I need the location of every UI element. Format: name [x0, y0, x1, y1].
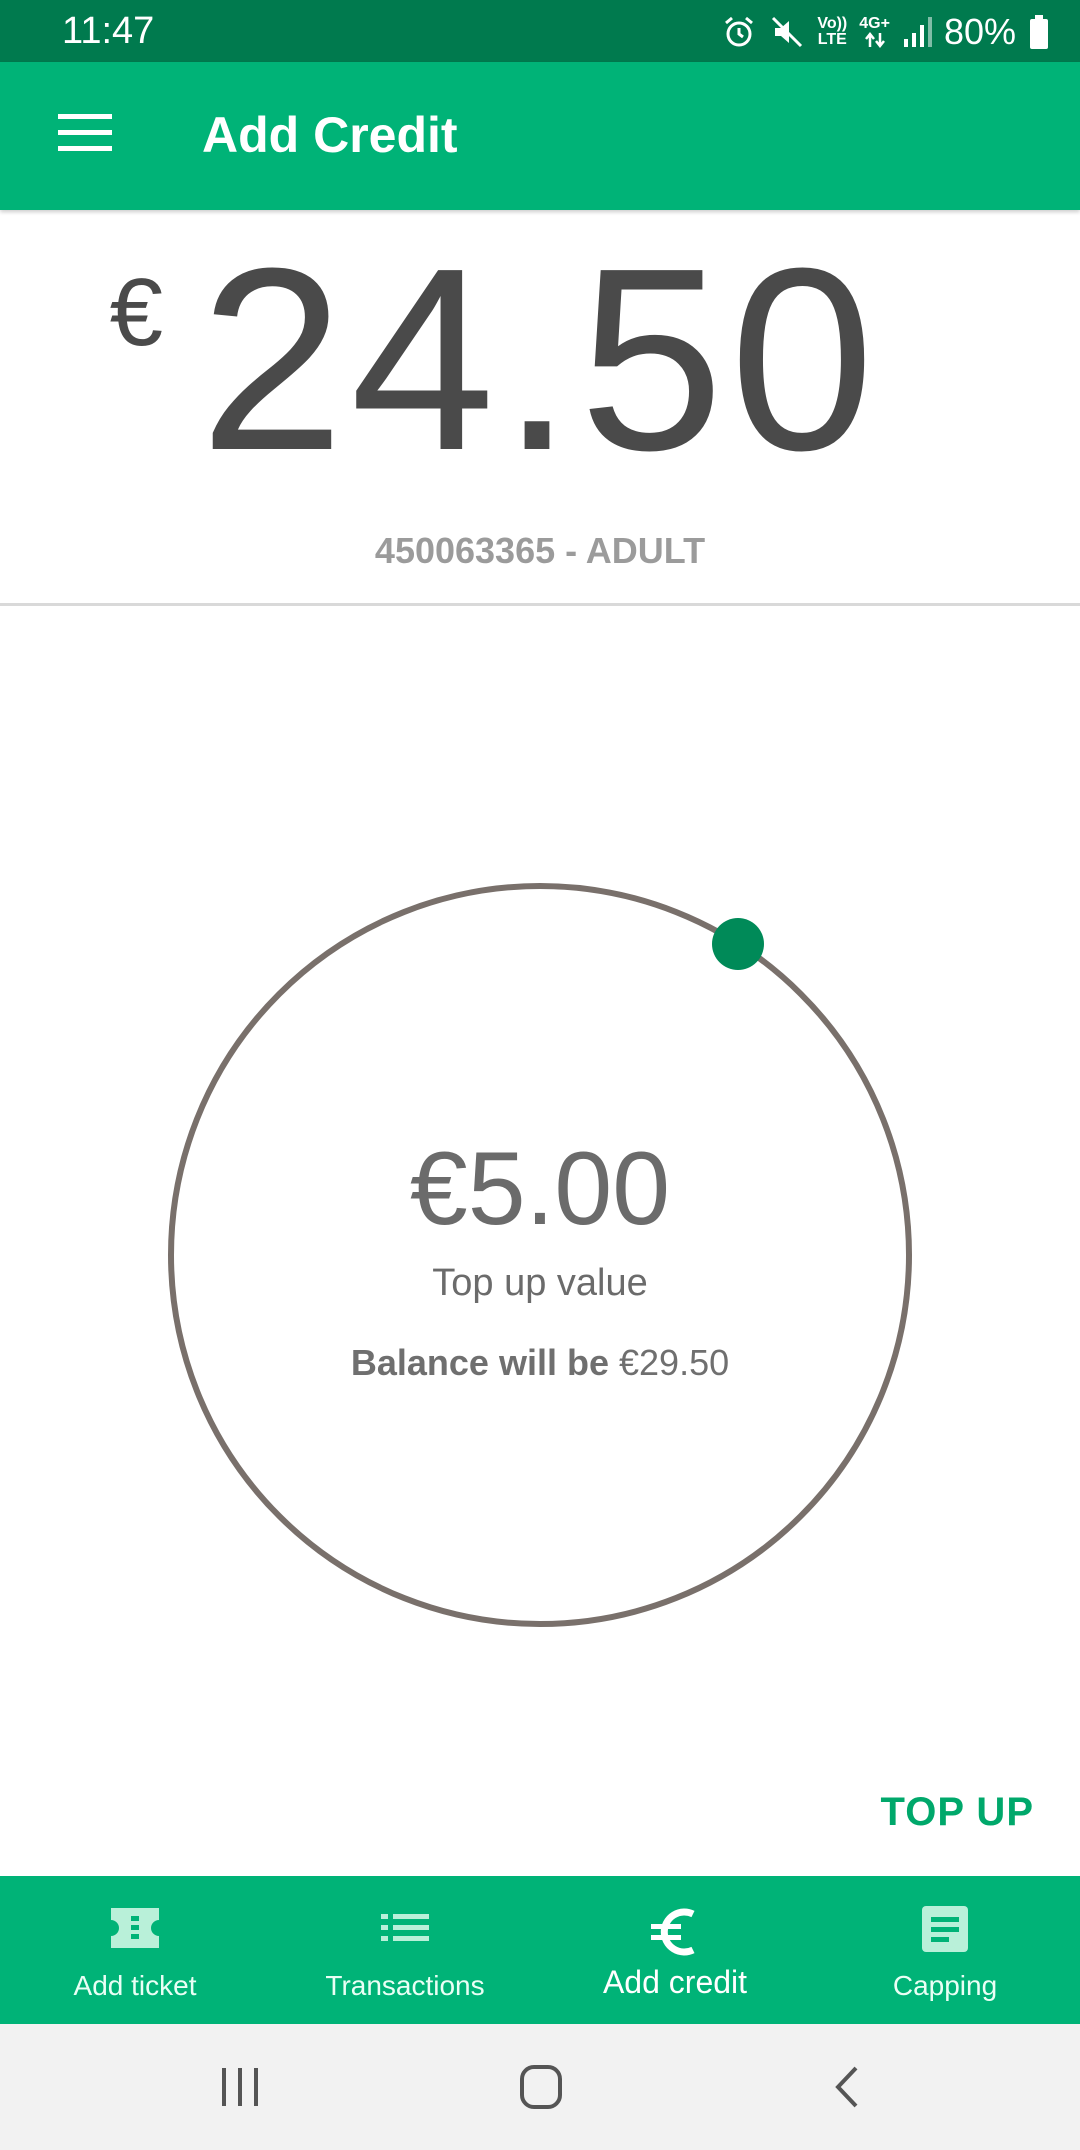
ticket-icon — [111, 1908, 159, 1948]
nav-capping[interactable]: Capping — [810, 1876, 1080, 2024]
nav-transactions[interactable]: Transactions — [270, 1876, 540, 2024]
topup-dial[interactable] — [0, 0, 1080, 1700]
nav-label: Add ticket — [73, 1970, 197, 2001]
back-icon[interactable] — [828, 2062, 864, 2112]
bottom-nav: Add ticket Transactions Add credit Cappi… — [0, 1876, 1080, 2024]
euro-icon — [651, 1908, 695, 1956]
nav-label: Transactions — [325, 1970, 485, 2001]
new-balance-value: €29.50 — [619, 1342, 730, 1383]
system-nav-bar — [0, 2024, 1080, 2150]
nav-icon-wrap — [810, 1904, 1080, 1960]
nav-add-ticket[interactable]: Add ticket — [0, 1876, 270, 2024]
nav-icon-wrap — [540, 1904, 810, 1960]
dial-handle[interactable] — [712, 918, 764, 970]
new-balance-note: Balance will be €29.50 — [0, 1342, 1080, 1384]
nav-add-credit[interactable]: Add credit — [540, 1876, 810, 2024]
dial-track — [168, 883, 912, 1627]
topup-label: Top up value — [432, 1262, 648, 1304]
home-icon[interactable] — [518, 2062, 564, 2112]
top-up-button[interactable]: TOP UP — [881, 1790, 1034, 1835]
topup-value: €5.00 — [409, 1131, 671, 1247]
nav-label: Capping — [892, 1970, 998, 2001]
list-icon — [381, 1914, 429, 1941]
document-icon — [922, 1906, 968, 1952]
nav-icon-wrap — [270, 1904, 540, 1960]
nav-label: Add credit — [602, 1964, 748, 2000]
nav-icon-wrap — [0, 1904, 270, 1960]
recent-apps-icon[interactable] — [218, 2062, 262, 2112]
new-balance-prefix: Balance will be — [350, 1342, 609, 1383]
